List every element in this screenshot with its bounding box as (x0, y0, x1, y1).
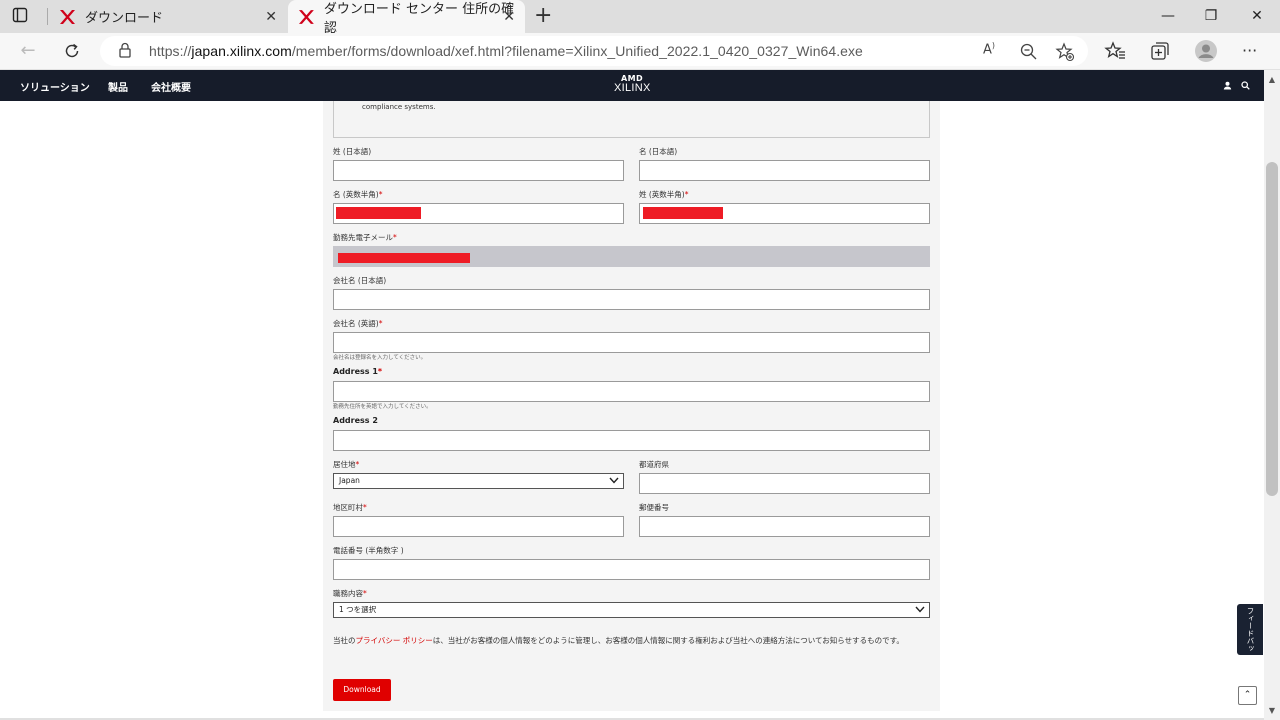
country-label: 居住地* (333, 460, 360, 469)
new-tab-icon[interactable]: + (534, 5, 552, 27)
company-jp-label: 会社名 (日本語) (333, 276, 387, 285)
lock-icon (119, 42, 131, 58)
first-name-jp-field[interactable] (639, 160, 930, 181)
city-field[interactable] (333, 516, 624, 537)
tab-title: ダウンロード センター 住所の確認 (323, 1, 515, 36)
feedback-tab[interactable]: フィードバック (1220, 604, 1263, 655)
tab-strip: ダウンロード ✕ ダウンロード センター 住所の確認 ✕ + — ❐ ✕ (0, 0, 1280, 36)
page-scrollbar-thumb[interactable] (1266, 162, 1278, 496)
favorites-icon[interactable] (1104, 39, 1128, 63)
close-tab-icon[interactable]: ✕ (503, 9, 515, 25)
address2-label: Address 2 (333, 416, 378, 425)
postal-code-field[interactable] (639, 516, 930, 537)
nav-item-company[interactable]: 会社概要 (151, 79, 191, 94)
phone-label: 電話番号 (半角数字 ) (333, 546, 404, 555)
site-navigation: ソリューション 製品 会社概要 AMD XILINX (0, 70, 1264, 101)
download-button[interactable]: Download (333, 679, 391, 701)
notice-box: compliance systems. (333, 101, 930, 138)
privacy-policy-link[interactable]: プライバシー ポリシー (356, 636, 433, 645)
xilinx-favicon-icon (298, 9, 314, 24)
country-select-value: Japan (339, 476, 360, 485)
url-text: https://japan.xilinx.com/member/forms/do… (149, 43, 863, 59)
company-en-hint: 会社名は登録名を入力してください。 (333, 355, 427, 361)
email-field (333, 246, 930, 267)
address1-label: Address 1* (333, 367, 383, 376)
privacy-notice: 当社のプライバシー ポリシーは、当社がお客様の個人情報をどのように管理し、お客様… (333, 636, 904, 645)
tab-download-center[interactable]: ダウンロード センター 住所の確認 ✕ (288, 0, 525, 36)
last-name-en-field[interactable] (639, 203, 930, 224)
redaction-block (338, 253, 470, 263)
tab-title: ダウンロード (85, 11, 164, 26)
scroll-to-top-icon[interactable]: ⌃ (1238, 686, 1257, 705)
back-icon[interactable]: ← (14, 39, 42, 63)
tab-download[interactable]: ダウンロード ✕ (47, 0, 287, 33)
scroll-up-arrow-icon[interactable]: ▲ (1266, 75, 1278, 84)
profile-avatar-icon[interactable] (1194, 39, 1218, 63)
tab-actions-icon[interactable] (12, 7, 36, 27)
zoom-out-icon[interactable] (1018, 41, 1040, 63)
nav-item-solutions[interactable]: ソリューション (20, 79, 90, 94)
minimize-icon[interactable]: — (1145, 0, 1191, 33)
scroll-down-arrow-icon[interactable]: ▼ (1266, 706, 1278, 715)
first-name-jp-label: 名 (日本語) (639, 147, 678, 156)
address1-field[interactable] (333, 381, 930, 402)
company-en-field[interactable] (333, 332, 930, 353)
read-aloud-icon[interactable]: A) (983, 41, 1005, 63)
redaction-block (336, 207, 421, 219)
last-name-jp-label: 姓 (日本語) (333, 147, 372, 156)
postal-code-label: 郵便番号 (639, 503, 669, 512)
company-jp-field[interactable] (333, 289, 930, 310)
job-function-label: 職務内容* (333, 589, 367, 598)
notice-text: compliance systems. (362, 103, 436, 111)
refresh-icon[interactable] (58, 39, 86, 63)
prefecture-field[interactable] (639, 473, 930, 494)
xilinx-favicon-icon (60, 9, 75, 24)
chevron-down-icon (609, 477, 619, 484)
address1-hint: 勤務先住所を英語で入力してください。 (333, 404, 432, 410)
city-label: 地区町村* (333, 503, 367, 512)
collections-icon[interactable] (1148, 39, 1172, 63)
more-menu-icon[interactable]: ··· (1242, 39, 1266, 63)
amd-xilinx-logo[interactable]: AMD XILINX (614, 74, 650, 94)
chevron-down-icon (915, 606, 925, 613)
address2-field[interactable] (333, 430, 930, 451)
nav-item-products[interactable]: 製品 (108, 79, 128, 94)
last-name-en-label: 姓 (英数半角)* (639, 190, 689, 199)
redaction-block (643, 207, 723, 219)
company-en-label: 会社名 (英語)* (333, 319, 383, 328)
phone-field[interactable] (333, 559, 930, 580)
job-function-select[interactable]: 1 つを選択 (333, 602, 930, 618)
last-name-jp-field[interactable] (333, 160, 624, 181)
close-window-icon[interactable]: ✕ (1234, 0, 1280, 33)
restore-icon[interactable]: ❐ (1188, 0, 1234, 33)
search-icon[interactable] (1241, 81, 1250, 90)
close-tab-icon[interactable]: ✕ (265, 9, 277, 25)
email-label: 勤務先電子メール* (333, 233, 397, 242)
add-favorite-icon[interactable] (1054, 41, 1076, 63)
first-name-en-field[interactable] (333, 203, 624, 224)
first-name-en-label: 名 (英数半角)* (333, 190, 383, 199)
user-icon[interactable] (1223, 81, 1232, 90)
job-function-select-value: 1 つを選択 (339, 605, 377, 614)
address-bar-row: ← https://japan.xilinx.com/member/forms/… (0, 33, 1280, 70)
country-select[interactable]: Japan (333, 473, 624, 489)
prefecture-label: 都道府県 (639, 460, 669, 469)
url-field[interactable]: https://japan.xilinx.com/member/forms/do… (100, 36, 1088, 66)
